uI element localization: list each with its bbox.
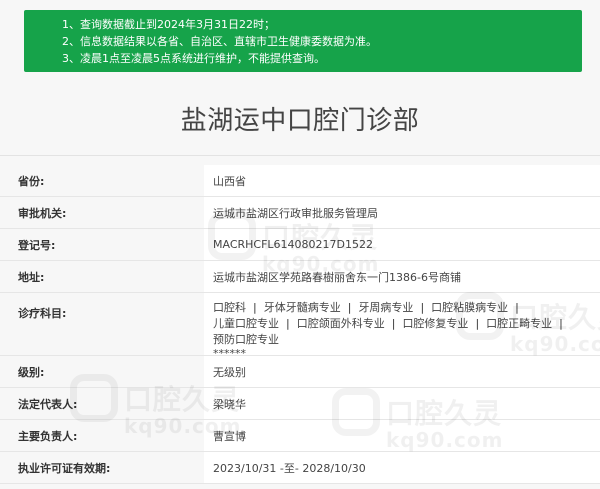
treatment-subject-item: 口腔修复专业	[402, 317, 469, 330]
detail-value: 梁晓华	[204, 388, 600, 419]
detail-value: 曹宣博	[204, 420, 600, 451]
separator: |	[253, 301, 257, 314]
separator: |	[286, 317, 290, 330]
detail-row-approval-authority: 审批机关: 运城市盐湖区行政审批服务管理局	[0, 197, 600, 229]
detail-label: 地址:	[18, 270, 45, 284]
notice-line-3: 3、凌晨1点至凌晨5点系统进行维护，不能提供查询。	[62, 52, 325, 65]
page-title: 盐湖运中口腔门诊部	[180, 106, 420, 136]
treatment-subject-item: 口腔正畸专业	[486, 317, 553, 330]
separator: |	[347, 301, 352, 314]
detail-row-legal-representative: 法定代表人: 梁晓华	[0, 388, 600, 420]
separator: |	[420, 301, 425, 314]
detail-row-treatment-subjects: 诊疗科目: 口腔科 | 牙体牙髓病专业 | 牙周病专业 | 口腔粘膜病专业 | …	[0, 293, 600, 360]
detail-value: 无级别	[204, 356, 600, 387]
detail-row-province: 省份: 山西省	[0, 165, 600, 197]
treatment-subject-item: 牙体牙髓病专业	[263, 301, 341, 314]
detail-label: 诊疗科目:	[18, 307, 67, 320]
treatment-subject-item: 口腔科	[213, 301, 246, 314]
detail-row-address: 地址: 运城市盐湖区学苑路春樹丽舍东一门1386-6号商铺	[0, 261, 600, 293]
detail-row-principal-person: 主要负责人: 曹宣博	[0, 420, 600, 452]
detail-label: 审批机关:	[18, 206, 67, 220]
separator: |	[515, 301, 519, 314]
detail-label: 省份:	[18, 174, 45, 188]
separator: |	[391, 317, 396, 330]
detail-value: 运城市盐湖区学苑路春樹丽舍东一门1386-6号商铺	[204, 261, 600, 292]
treatment-subjects-list: 口腔科 | 牙体牙髓病专业 | 牙周病专业 | 口腔粘膜病专业 | 儿童口腔专业…	[213, 300, 588, 362]
detail-value: 2023/10/31 -至- 2028/10/30	[204, 452, 600, 483]
detail-label: 级别:	[18, 365, 45, 379]
treatment-subject-item: 口腔颌面外科专业	[296, 317, 385, 330]
separator: |	[559, 317, 563, 330]
notice-line-1: 1、查询数据截止到2024年3月31日22时；	[62, 18, 275, 31]
detail-value: 山西省	[204, 165, 600, 196]
detail-value: MACRHCFL614080217D1522	[204, 229, 600, 260]
treatment-subject-item: 儿童口腔专业	[213, 317, 279, 330]
detail-label: 法定代表人:	[18, 397, 78, 411]
detail-row-license-validity: 执业许可证有效期: 2023/10/31 -至- 2028/10/30	[0, 452, 600, 484]
detail-label: 主要负责人:	[18, 429, 78, 443]
title-divider	[0, 155, 600, 156]
treatment-subject-item: 口腔粘膜病专业	[431, 301, 509, 314]
detail-row-level: 级别: 无级别	[0, 356, 600, 388]
detail-label: 执业许可证有效期:	[18, 461, 111, 475]
details-table: 省份: 山西省 审批机关: 运城市盐湖区行政审批服务管理局 登记号: MACRH…	[0, 165, 600, 484]
treatment-subject-item: 牙周病专业	[358, 301, 414, 314]
detail-value: 运城市盐湖区行政审批服务管理局	[204, 197, 600, 228]
detail-row-registration-number: 登记号: MACRHCFL614080217D1522	[0, 229, 600, 261]
detail-label: 登记号:	[18, 238, 56, 252]
separator: |	[475, 317, 480, 330]
detail-value: 口腔科 | 牙体牙髓病专业 | 牙周病专业 | 口腔粘膜病专业 | 儿童口腔专业…	[204, 293, 600, 360]
notice-line-2: 2、信息数据结果以各省、自治区、直辖市卫生健康委数据为准。	[62, 35, 377, 48]
notice-banner: 1、查询数据截止到2024年3月31日22时； 2、信息数据结果以各省、自治区、…	[24, 10, 582, 72]
